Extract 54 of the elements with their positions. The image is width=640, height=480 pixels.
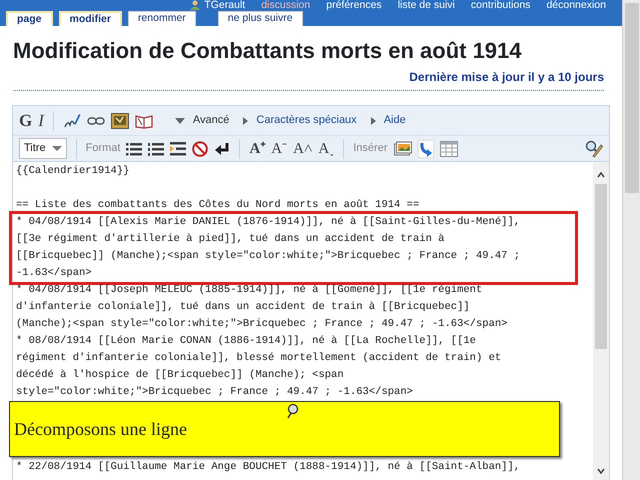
user-menu-link[interactable]: liste de suivi — [398, 0, 455, 10]
advanced-menu[interactable]: Avancé — [174, 112, 230, 129]
return-arrow-icon[interactable] — [214, 142, 230, 156]
indent-icon[interactable] — [170, 142, 186, 156]
insert-label: Insérer — [353, 141, 388, 156]
last-update-link[interactable]: Dernière mise à jour il y a 10 jours — [409, 70, 604, 84]
pen-icon[interactable] — [62, 112, 81, 130]
code-line: style="color:white;">Bricquebec ; France ; 49.47 ; -1.63</span> — [16, 385, 414, 400]
code-line: [[3e régiment d'artillerie à pied]], tué dans un accident de train à — [16, 232, 446, 247]
heading-select[interactable]: Titre — [19, 138, 67, 159]
page-tab[interactable]: page — [6, 11, 53, 26]
page-tab[interactable]: renommer — [128, 11, 196, 26]
user-link[interactable]: TGerault — [204, 0, 246, 10]
code-line: * 04/08/1914 [[Joseph MELEUC (1885-1914)]], né à [[Gomené]], [[1e régiment — [16, 283, 484, 298]
code-line: == Liste des combattants des Côtes du Nord morts en août 1914 == — [16, 198, 420, 213]
numbered-list-icon[interactable] — [148, 142, 164, 156]
page-tab[interactable]: modifier — [58, 11, 122, 26]
code-line: d'infanterie coloniale]], tué dans un accident de train à [[Bricquebec]] — [16, 300, 471, 315]
link-icon[interactable] — [86, 116, 105, 126]
help-menu[interactable]: Aide — [370, 112, 406, 129]
page-title: Modification de Combattants morts en août 1914 — [13, 37, 523, 65]
code-line: décédé à l'hospice de [[Bricquebec]] (Manche); <span — [16, 368, 345, 383]
no-entry-icon[interactable] — [192, 140, 208, 156]
code-line: {{Calendrier1914}} — [16, 164, 130, 179]
italic-button[interactable]: I — [38, 110, 44, 130]
code-line: [[Bricquebec]] (Manche);<span style="color:white;">Bricquebec ; France ; 49.47 ; — [16, 249, 522, 264]
smaller-text-button[interactable]: A⁻ — [271, 140, 288, 158]
user-icon — [190, 0, 200, 10]
search-replace-icon[interactable] — [585, 140, 603, 158]
special-characters-menu[interactable]: Caractères spéciaux — [243, 112, 357, 129]
curved-arrow-icon[interactable] — [418, 140, 434, 158]
bulleted-list-icon[interactable] — [126, 142, 142, 156]
image-icon[interactable] — [110, 112, 129, 128]
book-icon[interactable] — [134, 112, 153, 128]
textarea-scrollbar[interactable] — [593, 162, 609, 480]
table-icon[interactable] — [440, 140, 458, 156]
page-scrollbar[interactable] — [622, 0, 640, 480]
code-line: régiment d'infanterie coloniale]], blessé mortellement (accident de train) et — [16, 351, 502, 366]
bold-button[interactable]: G — [19, 110, 32, 130]
superscript-button[interactable]: A˄ — [293, 140, 312, 158]
user-menu-link[interactable]: contributions — [470, 0, 530, 10]
subscript-button[interactable]: A˯ — [318, 140, 334, 158]
format-label: Format — [86, 141, 120, 156]
code-line: (Manche);<span style="color:white;">Bricquebec ; France ; 49.47 ; -1.63</span> — [16, 317, 508, 332]
code-line: -1.63</span> — [16, 266, 93, 281]
page-tab[interactable]: ne plus suivre — [218, 11, 303, 26]
callout-text: Décomposons une ligne — [14, 420, 187, 438]
bigger-text-button[interactable]: A⁺ — [249, 140, 266, 158]
user-menu-link[interactable]: déconnexion — [546, 0, 606, 10]
user-menu-link[interactable]: préférences — [326, 0, 382, 10]
gallery-icon[interactable] — [394, 140, 412, 156]
code-line: * 22/08/1914 [[Guillaume Marie Ange BOUCHET (1888-1914)]], né à [[Saint-Alban]], — [16, 460, 522, 475]
code-line: * 04/08/1914 [[Alexis Marie DANIEL (1876-1914)]], né à [[Saint-Gilles-du-Mené]], — [16, 215, 522, 230]
code-line: * 08/08/1914 [[Léon Marie CONAN (1886-1914)]], né à [[La Rochelle]], [[1e — [16, 334, 477, 349]
